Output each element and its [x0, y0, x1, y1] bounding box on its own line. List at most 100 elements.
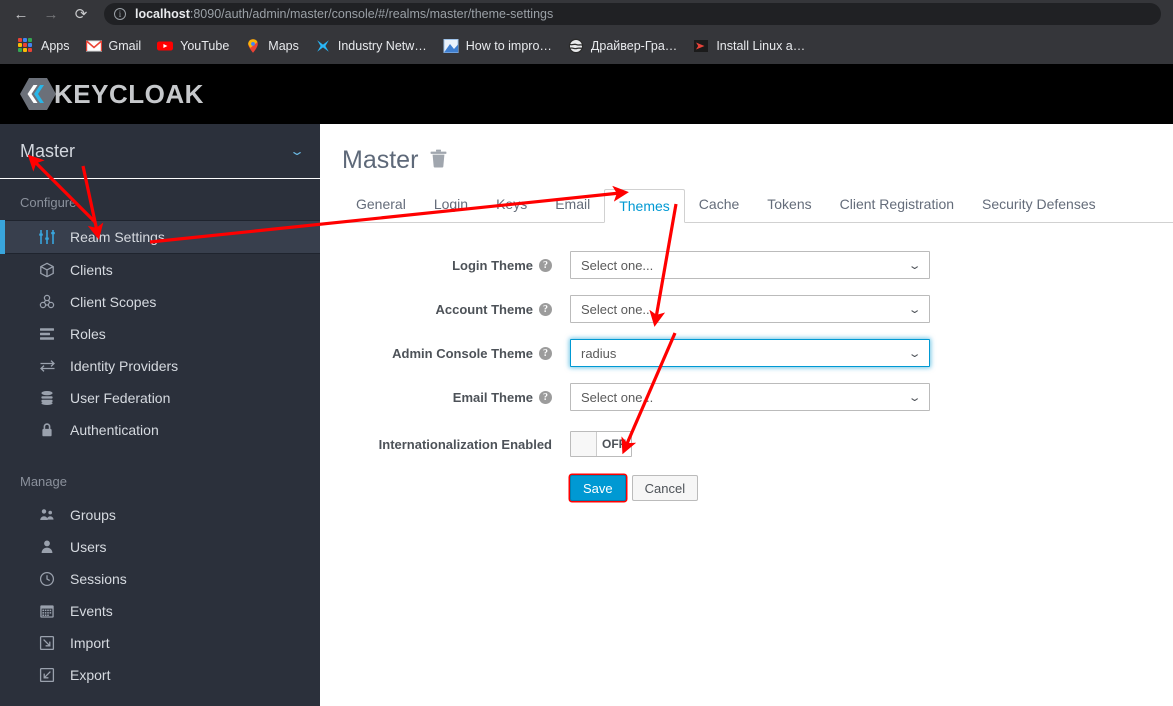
page-title: Master [342, 146, 419, 174]
bookmark-how-to-improve[interactable]: How to impro… [435, 33, 560, 59]
realm-selector-label: Master [20, 140, 76, 161]
admin-console-theme-value: radius [581, 345, 617, 361]
email-theme-label: Email Theme [452, 389, 533, 405]
bookmark-industry-network[interactable]: Industry Netw… [307, 33, 435, 59]
keycloak-hex-icon [20, 77, 56, 111]
sidebar-item-label: Events [70, 603, 113, 619]
internationalization-label: Internationalization Enabled [378, 436, 552, 452]
chevron-down-icon: ⌄ [907, 303, 922, 316]
tab-bar: General Login Keys Email Themes Cache To… [342, 189, 1173, 223]
tab-email[interactable]: Email [541, 188, 604, 222]
question-mark-icon[interactable]: ? [539, 302, 552, 316]
back-icon[interactable]: ← [8, 2, 34, 26]
toggle-knob [571, 432, 597, 456]
question-mark-icon[interactable]: ? [539, 258, 552, 272]
bookmark-label: Install Linux a… [716, 39, 806, 53]
lock-icon [36, 421, 58, 439]
sidebar-item-label: User Federation [70, 390, 171, 406]
sidebar-item-label: Users [70, 539, 107, 555]
address-bar[interactable]: i localhost:8090/auth/admin/master/conso… [104, 3, 1161, 25]
sidebar-item-import[interactable]: Import [0, 627, 320, 659]
bookmark-label: Maps [268, 39, 299, 53]
bookmarks-bar: Apps Gmail YouTube Maps Industry Netw… H… [0, 28, 1173, 64]
sidebar-item-realm-settings[interactable]: Realm Settings [0, 220, 320, 254]
page-title-row: Master [342, 146, 1173, 175]
cancel-button[interactable]: Cancel [631, 475, 699, 501]
tab-general[interactable]: General [342, 188, 420, 222]
bookmark-youtube[interactable]: YouTube [149, 33, 237, 59]
email-theme-label-group: Email Theme ? [320, 390, 570, 405]
account-theme-select[interactable]: Select one... ⌄ [570, 295, 930, 323]
bookmark-label: Gmail [108, 39, 142, 53]
tab-tokens[interactable]: Tokens [753, 188, 825, 222]
sidebar-item-clients[interactable]: Clients [0, 254, 320, 286]
bookmark-maps[interactable]: Maps [237, 33, 307, 59]
page-root: ← → ⟳ i localhost:8090/auth/admin/master… [0, 0, 1173, 706]
sidebar-item-users[interactable]: Users [0, 531, 320, 563]
globe-icon [568, 38, 584, 54]
browser-chrome: ← → ⟳ i localhost:8090/auth/admin/master… [0, 0, 1173, 64]
keycloak-logo[interactable]: KEYCLOAK [20, 77, 204, 111]
form-row-login-theme: Login Theme ? Select one... ⌄ [320, 251, 1173, 279]
sidebar-item-label: Sessions [70, 571, 127, 587]
chevron-down-icon: ⌄ [907, 391, 922, 404]
sidebar-item-export[interactable]: Export [0, 659, 320, 691]
admin-console-theme-select[interactable]: radius ⌄ [570, 339, 930, 367]
tab-security-defenses[interactable]: Security Defenses [968, 188, 1110, 222]
sidebar-item-label: Realm Settings [70, 229, 165, 245]
internationalization-toggle[interactable]: OFF [570, 431, 632, 457]
tab-themes[interactable]: Themes [604, 189, 685, 223]
database-icon [36, 389, 58, 407]
site-info-icon[interactable]: i [114, 8, 126, 20]
action-buttons: Save Cancel [570, 475, 699, 501]
tab-login[interactable]: Login [420, 188, 482, 222]
url-path: :8090/auth/admin/master/console/#/realms… [189, 7, 554, 21]
maps-pin-icon [245, 38, 261, 54]
bookmark-apps[interactable]: Apps [10, 33, 78, 59]
tab-keys[interactable]: Keys [482, 188, 541, 222]
save-button[interactable]: Save [570, 475, 626, 501]
sidebar-item-label: Client Scopes [70, 294, 157, 310]
import-icon [36, 634, 58, 652]
themes-form: Login Theme ? Select one... ⌄ Account Th… [320, 251, 1173, 501]
sidebar-item-groups[interactable]: Groups [0, 499, 320, 531]
sidebar-item-label: Roles [70, 326, 106, 342]
calendar-icon [36, 602, 58, 620]
reload-icon[interactable]: ⟳ [68, 2, 94, 26]
account-theme-label-group: Account Theme ? [320, 302, 570, 317]
sidebar-item-label: Groups [70, 507, 116, 523]
trash-icon[interactable] [430, 146, 447, 175]
sidebar-item-client-scopes[interactable]: Client Scopes [0, 286, 320, 318]
bookmark-install-linux[interactable]: Install Linux a… [685, 33, 813, 59]
export-icon [36, 666, 58, 684]
bookmark-gmail[interactable]: Gmail [78, 33, 150, 59]
realm-selector[interactable]: Master ⌄ [0, 124, 320, 179]
sidebar-item-events[interactable]: Events [0, 595, 320, 627]
sidebar-item-label: Export [70, 667, 111, 683]
question-mark-icon[interactable]: ? [539, 390, 552, 404]
tab-cache[interactable]: Cache [685, 188, 753, 222]
email-theme-select[interactable]: Select one... ⌄ [570, 383, 930, 411]
sidebar-item-authentication[interactable]: Authentication [0, 414, 320, 446]
tab-client-registration[interactable]: Client Registration [826, 188, 968, 222]
users-group-icon [36, 506, 58, 524]
x-star-icon [315, 38, 331, 54]
chevron-down-icon: ⌄ [907, 347, 922, 360]
admin-console-theme-label-group: Admin Console Theme ? [320, 346, 570, 361]
bookmark-driver-gra[interactable]: Драйвер-Гра… [560, 33, 685, 59]
sliders-icon [36, 228, 58, 246]
sidebar-item-roles[interactable]: Roles [0, 318, 320, 350]
sidebar-item-identity-providers[interactable]: Identity Providers [0, 350, 320, 382]
form-row-internationalization: Internationalization Enabled OFF [320, 431, 1173, 457]
login-theme-select[interactable]: Select one... ⌄ [570, 251, 930, 279]
account-theme-value: Select one... [581, 301, 654, 317]
question-mark-icon[interactable]: ? [539, 346, 552, 360]
sidebar-item-sessions[interactable]: Sessions [0, 563, 320, 595]
youtube-icon [157, 38, 174, 54]
user-icon [36, 538, 58, 556]
sidebar-item-label: Authentication [70, 422, 159, 438]
forward-icon[interactable]: → [38, 2, 64, 26]
bookmark-label: Apps [41, 39, 70, 53]
cube-icon [36, 261, 58, 279]
sidebar-item-user-federation[interactable]: User Federation [0, 382, 320, 414]
